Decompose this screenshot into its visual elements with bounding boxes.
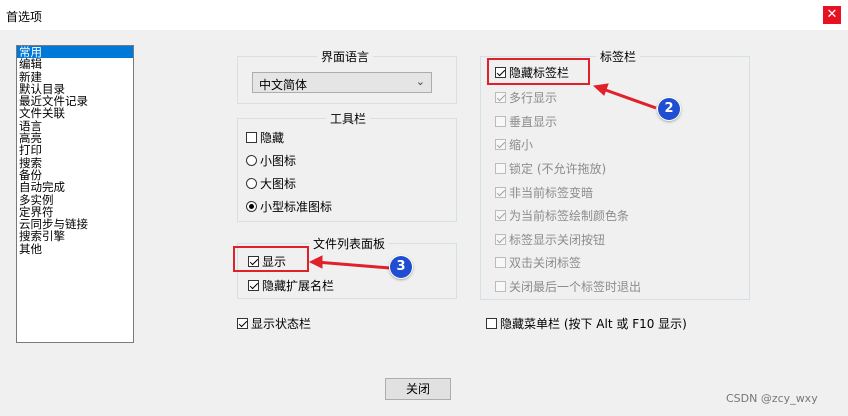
arrow-3-line — [315, 260, 391, 270]
watermark: CSDN @zcy_wxy — [726, 392, 818, 405]
annotation-badge-3: 3 — [390, 256, 412, 278]
arrow-3-head — [308, 255, 323, 269]
arrow-2-line — [599, 86, 657, 110]
annotation-arrows — [308, 83, 657, 270]
annotation-badge-2: 2 — [658, 98, 680, 120]
arrow-2-head — [592, 83, 609, 96]
